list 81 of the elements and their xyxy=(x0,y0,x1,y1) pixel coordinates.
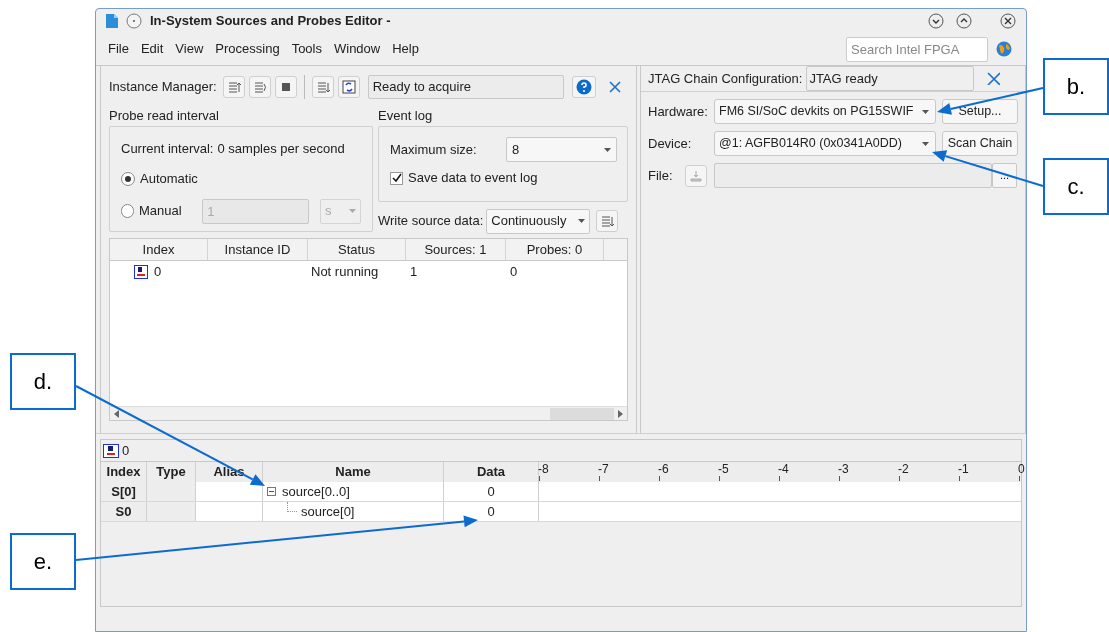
menu-item[interactable]: Edit xyxy=(140,39,164,59)
scroll-left-icon[interactable] xyxy=(114,409,119,418)
field-label: Write source data: xyxy=(378,212,484,231)
write-mode-dropdown[interactable]: Continuously xyxy=(486,208,591,234)
close-icon[interactable] xyxy=(1000,13,1016,29)
instance-manager-label: Instance Manager: xyxy=(109,78,217,97)
jtag-status-field: JTAG ready xyxy=(806,66,975,91)
download-icon[interactable] xyxy=(690,169,702,182)
interval-value: 0 samples per second xyxy=(217,140,345,159)
tick-label: -4 xyxy=(778,463,789,476)
column-header[interactable]: Sources: 1 xyxy=(406,239,506,260)
globe-icon[interactable] xyxy=(996,41,1012,57)
instance-icon xyxy=(134,265,148,279)
radio-button[interactable] xyxy=(121,204,134,218)
setup-button[interactable]: Setup... xyxy=(942,99,1018,124)
field-label: Current interval: xyxy=(121,140,214,159)
data-value: 0 xyxy=(444,502,539,521)
tick-label: -3 xyxy=(838,463,849,476)
minimize-icon[interactable] xyxy=(928,13,944,29)
table-cell-text: 0 xyxy=(154,263,162,282)
radio-label: Manual xyxy=(138,202,183,221)
jtag-label: JTAG Chain Configuration: xyxy=(648,69,803,88)
column-header[interactable]: Probes: 0 xyxy=(506,239,604,260)
column-header[interactable]: Index xyxy=(110,239,208,260)
caret-icon[interactable] xyxy=(578,219,586,223)
scan-chain-button[interactable]: Scan Chain xyxy=(942,131,1018,156)
help-button[interactable] xyxy=(571,76,596,98)
field-label: Maximum size: xyxy=(390,140,478,159)
collapse-toggle[interactable] xyxy=(267,487,276,496)
column-header[interactable]: Status xyxy=(308,239,406,260)
horizontal-scrollbar[interactable] xyxy=(110,406,627,420)
tick-label: -1 xyxy=(958,463,969,476)
field-label: Device: xyxy=(648,134,693,153)
column-header[interactable]: Instance ID xyxy=(208,239,308,260)
menu-item[interactable]: Processing xyxy=(215,39,280,59)
size-dropdown[interactable]: 8 xyxy=(506,137,617,162)
caret-icon[interactable] xyxy=(604,147,611,152)
section-title: Probe read interval xyxy=(109,107,220,125)
tick-label: -5 xyxy=(718,463,729,476)
signal-name: source[0..0] xyxy=(282,482,350,501)
table-cell-text: 0 xyxy=(509,263,519,282)
callout-label: e. xyxy=(10,533,76,590)
maximize-icon[interactable] xyxy=(956,13,972,29)
browse-button[interactable]: ... xyxy=(992,163,1017,188)
checkbox[interactable] xyxy=(390,171,403,185)
scroll-thumb[interactable] xyxy=(550,407,614,420)
radio-label: Automatic xyxy=(140,170,199,189)
caret-icon[interactable] xyxy=(922,109,929,114)
table-cell-text: 1 xyxy=(409,263,419,282)
tick-label: 0 xyxy=(1018,463,1025,476)
scroll-right-icon[interactable] xyxy=(618,409,623,418)
instance-tab[interactable]: 0 xyxy=(103,440,130,461)
status-field: Ready to acquire xyxy=(367,75,564,99)
checkbox-label: Save data to event log xyxy=(408,169,538,188)
window-title: In-System Sources and Probes Editor - xyxy=(150,12,391,31)
field-label: File: xyxy=(648,166,674,185)
search-field[interactable]: Search Intel FPGA xyxy=(846,36,988,62)
menu-item[interactable]: Window xyxy=(334,39,381,59)
tick-label: -8 xyxy=(538,463,549,476)
app-icon xyxy=(104,13,120,29)
section-title: Event log xyxy=(378,107,434,125)
signal-name: source[0] xyxy=(301,502,355,521)
file-path-field[interactable] xyxy=(714,163,992,188)
menu-item[interactable]: Help xyxy=(392,39,419,59)
menu-item[interactable]: Tools xyxy=(291,39,322,59)
tick-label: -7 xyxy=(598,463,609,476)
menu-item[interactable]: File xyxy=(108,39,129,59)
hardware-dropdown[interactable]: FM6 SI/SoC devkits on PG15SWIF xyxy=(714,99,936,124)
tick-label: -2 xyxy=(898,463,909,476)
radio-button[interactable] xyxy=(121,172,135,186)
tick-label: -6 xyxy=(658,463,669,476)
device-dropdown[interactable]: @1: AGFB014R0 (0x0341A0DD) xyxy=(714,131,936,156)
data-value: 0 xyxy=(444,482,539,501)
callout-label: d. xyxy=(10,353,76,410)
field-label: Hardware: xyxy=(648,102,709,121)
callout-label: c. xyxy=(1043,158,1109,215)
table-cell-text: Not running xyxy=(310,263,380,282)
menu-item[interactable]: View xyxy=(175,39,204,59)
caret-icon[interactable] xyxy=(922,141,929,146)
window-menu-icon[interactable] xyxy=(126,13,142,29)
callout-label: b. xyxy=(1043,58,1109,115)
